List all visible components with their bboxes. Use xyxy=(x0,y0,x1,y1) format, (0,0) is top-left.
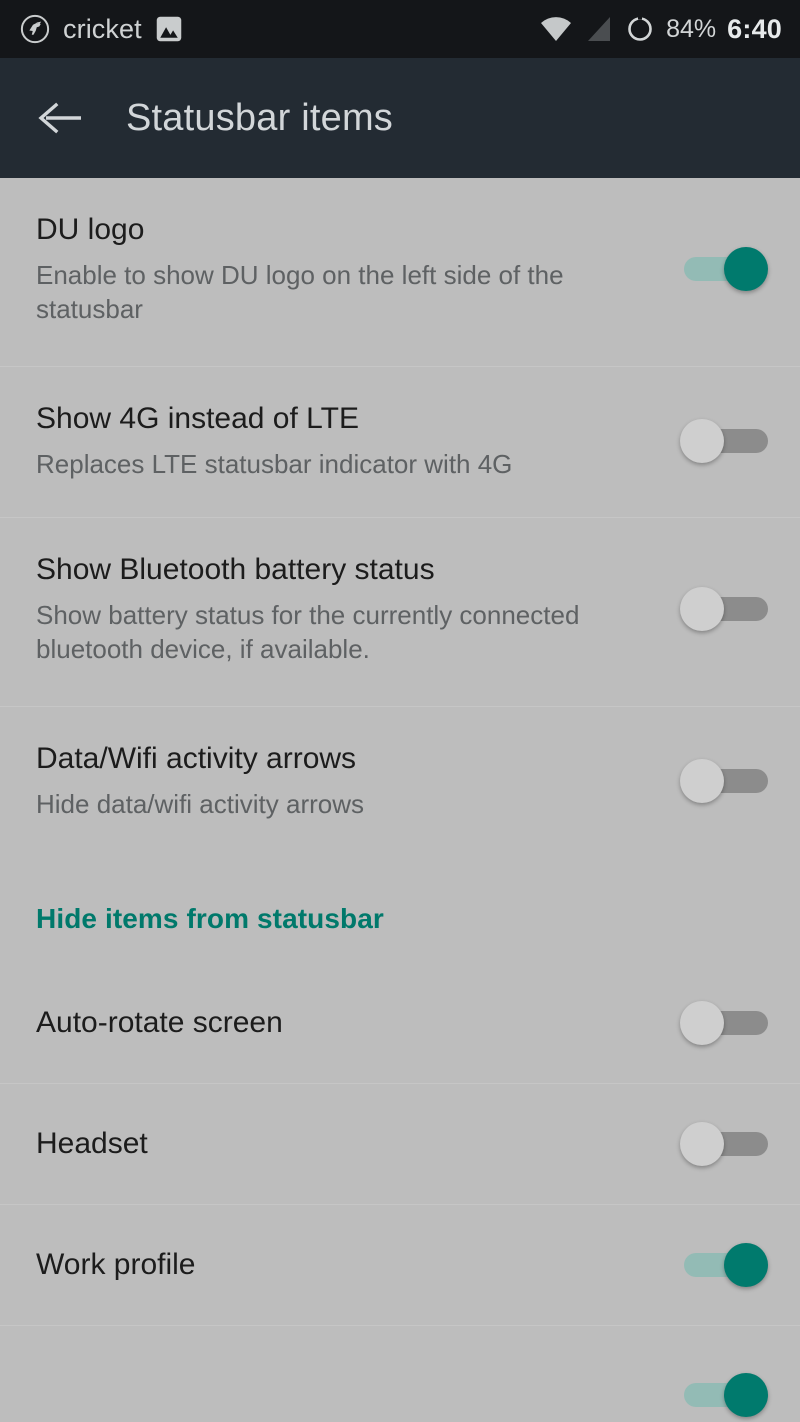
preference-summary: Hide data/wifi activity arrows xyxy=(36,788,364,819)
preference-title: Work profile xyxy=(36,1247,196,1281)
preference-text-block: Auto-rotate screen xyxy=(36,1005,680,1042)
status-bar-right-group: 84% 6:40 xyxy=(539,14,782,44)
preference-row-bluetooth-battery[interactable]: Show Bluetooth battery status Show batte… xyxy=(0,518,800,706)
switch-thumb xyxy=(680,419,724,464)
cellular-signal-icon xyxy=(584,15,614,43)
preference-summary: Show battery status for the currently co… xyxy=(36,599,580,665)
switch-thumb xyxy=(724,1373,768,1418)
preference-text-block: Show 4G instead of LTE Replaces LTE stat… xyxy=(36,401,680,481)
switch-thumb xyxy=(680,759,724,804)
du-unicorn-logo-icon xyxy=(20,14,50,44)
preference-text-block: Show Bluetooth battery status Show batte… xyxy=(36,552,680,666)
preference-title: Headset xyxy=(36,1126,148,1160)
carrier-label: cricket xyxy=(63,13,142,44)
toggle-switch-headset[interactable] xyxy=(680,1116,772,1172)
preference-title: Show Bluetooth battery status xyxy=(36,553,435,587)
toggle-switch-work-profile[interactable] xyxy=(680,1237,772,1293)
app-toolbar: Statusbar items xyxy=(0,58,800,178)
phone-screen: cricket 84% 6:40 Statusbar items DU logo… xyxy=(0,0,800,1422)
wifi-signal-icon xyxy=(539,15,573,43)
preference-summary: Enable to show DU logo on the left side … xyxy=(36,259,564,324)
page-title: Statusbar items xyxy=(126,96,393,139)
switch-thumb xyxy=(724,247,768,292)
preference-title: DU logo xyxy=(36,213,145,246)
preference-row-auto-rotate[interactable]: Auto-rotate screen xyxy=(0,963,800,1083)
preference-text-block: Headset xyxy=(36,1126,680,1163)
switch-thumb xyxy=(680,587,724,632)
switch-thumb xyxy=(680,1122,724,1167)
preference-row-du-logo[interactable]: DU logo Enable to show DU logo on the le… xyxy=(0,178,800,366)
toggle-switch-partial-next[interactable] xyxy=(680,1367,772,1422)
preference-row-work-profile[interactable]: Work profile xyxy=(0,1205,800,1325)
status-bar-clock: 6:40 xyxy=(727,13,782,44)
preference-list: DU logo Enable to show DU logo on the le… xyxy=(0,178,800,1422)
toggle-switch-auto-rotate[interactable] xyxy=(680,995,772,1051)
toggle-switch-show-4g[interactable] xyxy=(680,413,772,469)
battery-circle-icon xyxy=(625,14,655,44)
status-bar-left-group: cricket xyxy=(20,14,539,44)
preference-row-partial-next[interactable] xyxy=(0,1326,800,1422)
system-status-bar: cricket 84% 6:40 xyxy=(0,0,800,58)
preference-row-activity-arrows[interactable]: Data/Wifi activity arrows Hide data/wifi… xyxy=(0,707,800,857)
preference-summary: Replaces LTE statusbar indicator with 4G xyxy=(36,448,513,479)
back-arrow-icon xyxy=(37,99,83,137)
switch-thumb xyxy=(680,1001,724,1046)
preference-row-show-4g[interactable]: Show 4G instead of LTE Replaces LTE stat… xyxy=(0,367,800,517)
back-button[interactable] xyxy=(34,92,86,144)
preference-row-headset[interactable]: Headset xyxy=(0,1084,800,1204)
battery-percent-label: 84% xyxy=(666,14,717,43)
toggle-switch-du-logo[interactable] xyxy=(680,241,772,297)
preference-text-block: Work profile xyxy=(36,1247,680,1284)
toggle-switch-bluetooth-battery[interactable] xyxy=(680,581,772,637)
toggle-switch-activity-arrows[interactable] xyxy=(680,753,772,809)
section-header-hide-items: Hide items from statusbar xyxy=(36,903,384,935)
preference-title: Show 4G instead of LTE xyxy=(36,402,359,436)
image-screenshot-icon xyxy=(155,16,183,42)
preference-title: Auto-rotate screen xyxy=(36,1005,283,1039)
preference-title: Data/Wifi activity arrows xyxy=(36,742,357,776)
preference-text-block: DU logo Enable to show DU logo on the le… xyxy=(36,212,680,326)
switch-thumb xyxy=(724,1243,768,1288)
preference-text-block: Data/Wifi activity arrows Hide data/wifi… xyxy=(36,741,680,821)
